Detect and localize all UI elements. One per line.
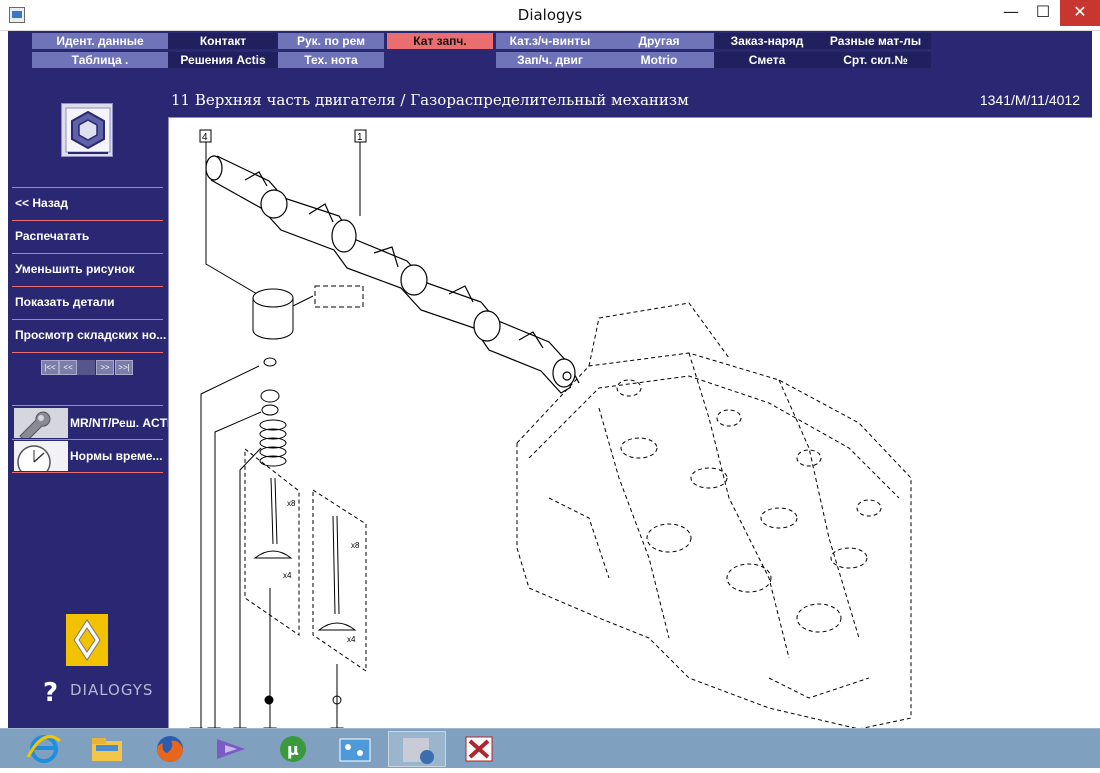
renault-app-icon[interactable] bbox=[450, 731, 508, 767]
renault-logo bbox=[66, 614, 108, 666]
cylinder-head[interactable] bbox=[516, 302, 912, 728]
callout-5[interactable]: 5 bbox=[233, 447, 262, 728]
wrench-icon[interactable] bbox=[14, 408, 68, 443]
app-window: Идент. данные Контакт Рук. по рем Кат за… bbox=[8, 31, 1092, 728]
divider bbox=[12, 187, 163, 188]
svg-text:4: 4 bbox=[202, 132, 208, 143]
svg-text:?: ? bbox=[43, 678, 58, 707]
valve-spring[interactable] bbox=[259, 419, 287, 467]
divider bbox=[12, 220, 163, 221]
title-bar: Dialogys — ☐ ✕ bbox=[0, 0, 1100, 31]
actis-solutions-link[interactable]: MR/NT/Реш. ACTIS bbox=[70, 416, 178, 430]
zoom-out-button[interactable]: Уменьшить рисунок bbox=[15, 262, 135, 276]
previous-page-button[interactable]: << bbox=[59, 360, 77, 375]
maximize-button[interactable]: ☐ bbox=[1028, 0, 1058, 26]
divider bbox=[12, 352, 163, 353]
stopwatch-icon[interactable] bbox=[14, 441, 68, 479]
svg-text:µ: µ bbox=[287, 740, 299, 759]
divider bbox=[12, 405, 163, 406]
minimize-button[interactable]: — bbox=[996, 0, 1026, 26]
callout-6[interactable]: 6 bbox=[207, 411, 262, 728]
page-indicator bbox=[77, 360, 95, 375]
taskbar: µ bbox=[0, 728, 1100, 768]
svg-text:x8: x8 bbox=[351, 541, 360, 550]
internet-explorer-icon[interactable] bbox=[14, 731, 72, 767]
nav-contact[interactable]: Контакт bbox=[168, 33, 278, 49]
section-logo bbox=[61, 103, 113, 157]
nav-estimate[interactable]: Смета bbox=[714, 52, 820, 68]
callout-1[interactable]: 1 bbox=[354, 129, 367, 216]
print-button[interactable]: Распечатать bbox=[15, 229, 89, 243]
nav-tech-note[interactable]: Тех. нота bbox=[278, 52, 384, 68]
callout-4[interactable]: 4 bbox=[199, 129, 258, 295]
nav-motrio[interactable]: Motrio bbox=[604, 52, 714, 68]
divider bbox=[12, 253, 163, 254]
next-page-button[interactable]: >> bbox=[96, 360, 114, 375]
dialogys-logo: ? DIALOGYS bbox=[41, 677, 154, 708]
diagram-code: 1341/M/11/4012 bbox=[979, 92, 1080, 108]
nav-engine-parts[interactable]: Зап/ч. двиг bbox=[496, 52, 604, 68]
help-icon[interactable]: ? bbox=[41, 677, 69, 708]
back-button[interactable]: << Назад bbox=[15, 196, 68, 210]
valve-stem-seals[interactable] bbox=[264, 695, 342, 705]
visual-studio-icon[interactable] bbox=[201, 731, 259, 767]
nav-parts-catalog[interactable]: Кат запч. bbox=[387, 33, 493, 49]
view-stock-numbers-button[interactable]: Просмотр складских но... bbox=[15, 328, 166, 342]
show-details-button[interactable]: Показать детали bbox=[15, 295, 115, 309]
page-title: 11 Верхняя часть двигателя / Газораспред… bbox=[171, 91, 689, 109]
divider bbox=[12, 439, 163, 440]
file-explorer-icon[interactable] bbox=[78, 731, 136, 767]
callout-3[interactable]: 3 bbox=[263, 588, 277, 728]
valve-cotters[interactable] bbox=[260, 357, 280, 416]
callout-2[interactable]: 2 bbox=[330, 664, 344, 728]
nav-ident-data[interactable]: Идент. данные bbox=[32, 33, 168, 49]
svg-text:x4: x4 bbox=[347, 635, 356, 644]
window-title: Dialogys bbox=[517, 6, 583, 24]
tappet[interactable] bbox=[252, 285, 364, 340]
last-page-button[interactable]: >>| bbox=[115, 360, 133, 375]
svg-text:x4: x4 bbox=[283, 571, 292, 580]
divider bbox=[12, 472, 163, 473]
nav-stock-number[interactable]: Срт. скл.№ bbox=[820, 52, 931, 68]
exhaust-valve[interactable]: x8 x4 bbox=[312, 489, 367, 672]
utorrent-icon[interactable]: µ bbox=[264, 731, 322, 767]
svg-text:1: 1 bbox=[357, 132, 363, 143]
nav-screws-catalog[interactable]: Кат.з/ч-винты bbox=[496, 33, 604, 49]
nav-actis-solutions[interactable]: Решения Actis bbox=[168, 52, 278, 68]
intake-valve[interactable]: x8 x4 bbox=[244, 447, 300, 636]
parts-diagram[interactable]: 4 1 x8 x4 x8 x4 bbox=[168, 117, 1092, 728]
close-button[interactable]: ✕ bbox=[1060, 0, 1100, 26]
control-panel-icon[interactable] bbox=[326, 731, 384, 767]
nav-misc-materials[interactable]: Разные мат-лы bbox=[820, 33, 931, 49]
nav-other[interactable]: Другая bbox=[604, 33, 714, 49]
camshaft[interactable] bbox=[205, 155, 580, 394]
dialogys-icon[interactable] bbox=[388, 731, 446, 767]
firefox-icon[interactable] bbox=[141, 731, 199, 767]
callout-7[interactable]: 7 bbox=[189, 365, 260, 728]
nav-repair-manual[interactable]: Рук. по рем bbox=[278, 33, 384, 49]
divider bbox=[12, 319, 163, 320]
divider bbox=[12, 286, 163, 287]
first-page-button[interactable]: |<< bbox=[41, 360, 59, 375]
nav-table[interactable]: Таблица . bbox=[32, 52, 168, 68]
engine-nut-icon bbox=[65, 107, 111, 154]
time-norms-link[interactable]: Нормы време... bbox=[70, 449, 162, 463]
nav-work-order[interactable]: Заказ-наряд bbox=[714, 33, 820, 49]
svg-text:x8: x8 bbox=[287, 499, 296, 508]
